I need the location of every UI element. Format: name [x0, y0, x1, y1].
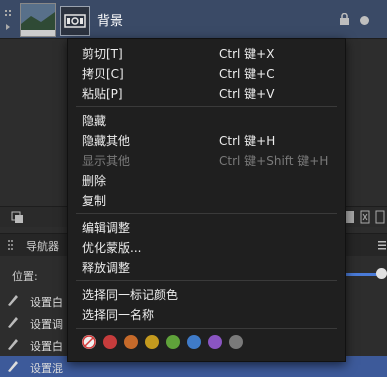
layer-thumbnail[interactable] [20, 3, 56, 37]
adjustment-layer-icon[interactable] [60, 6, 90, 36]
menu-separator [76, 213, 337, 214]
menu-item-cut[interactable]: 剪切[T] Ctrl 键+X [68, 42, 345, 62]
tag-color-orange[interactable] [124, 335, 138, 349]
layer-options-icon[interactable] [10, 210, 24, 224]
brush-icon [8, 295, 18, 306]
tag-color-purple[interactable] [208, 335, 222, 349]
menu-item-hide[interactable]: 隐藏 [68, 109, 345, 129]
menu-item-show-others: 显示其他 Ctrl 键+Shift 键+H [82, 154, 329, 168]
brush-icon [8, 339, 18, 350]
context-menu: 剪切[T] Ctrl 键+X 拷贝[C] Ctrl 键+C 粘贴[P] Ctrl… [67, 38, 346, 362]
lock-icon[interactable] [340, 13, 349, 25]
panel-grip-icon[interactable] [8, 239, 14, 251]
menu-item-paste[interactable]: 粘贴[P] Ctrl 键+V [68, 82, 345, 102]
menu-item-delete[interactable]: 删除 [68, 169, 345, 189]
position-label: 位置: [12, 270, 38, 283]
menu-item-select-same-tag-color[interactable]: 选择同一标记颜色 [68, 283, 345, 303]
layer-menu-icon[interactable] [375, 210, 385, 224]
tag-color-blue[interactable] [187, 335, 201, 349]
menu-item-release-adjustment[interactable]: 释放调整 [68, 256, 345, 276]
brush-icon [8, 361, 18, 372]
menu-item-hide-others[interactable]: 隐藏其他 Ctrl 键+H [68, 129, 345, 149]
delete-layer-icon[interactable] [360, 210, 370, 224]
menu-separator [76, 280, 337, 281]
tag-color-red[interactable] [103, 335, 117, 349]
layer-row[interactable]: 背景 [0, 0, 387, 39]
menu-separator [76, 106, 337, 107]
drag-handle-icon[interactable] [4, 8, 14, 34]
position-slider-knob[interactable] [376, 268, 387, 279]
panel-menu-icon[interactable] [378, 240, 386, 250]
menu-item-duplicate[interactable]: 复制 [68, 189, 345, 209]
tag-color-none[interactable] [82, 335, 96, 349]
menu-separator [76, 328, 337, 329]
new-layer-icon[interactable] [345, 210, 355, 224]
menu-item-select-same-name[interactable]: 选择同一名称 [68, 303, 345, 323]
tag-color-gray[interactable] [229, 335, 243, 349]
brush-icon [8, 317, 18, 328]
menu-item-edit-adjustment[interactable]: 编辑调整 [68, 216, 345, 236]
navigator-tab[interactable]: 导航器 [26, 238, 59, 254]
menu-item-refine-mask[interactable]: 优化蒙版... [68, 236, 345, 256]
menu-item-copy[interactable]: 拷贝[C] Ctrl 键+C [68, 62, 345, 82]
visibility-toggle[interactable] [360, 16, 369, 25]
tag-color-green[interactable] [166, 335, 180, 349]
layer-name[interactable]: 背景 [97, 10, 123, 29]
no-color-icon [82, 335, 96, 349]
tag-color-yellow[interactable] [145, 335, 159, 349]
